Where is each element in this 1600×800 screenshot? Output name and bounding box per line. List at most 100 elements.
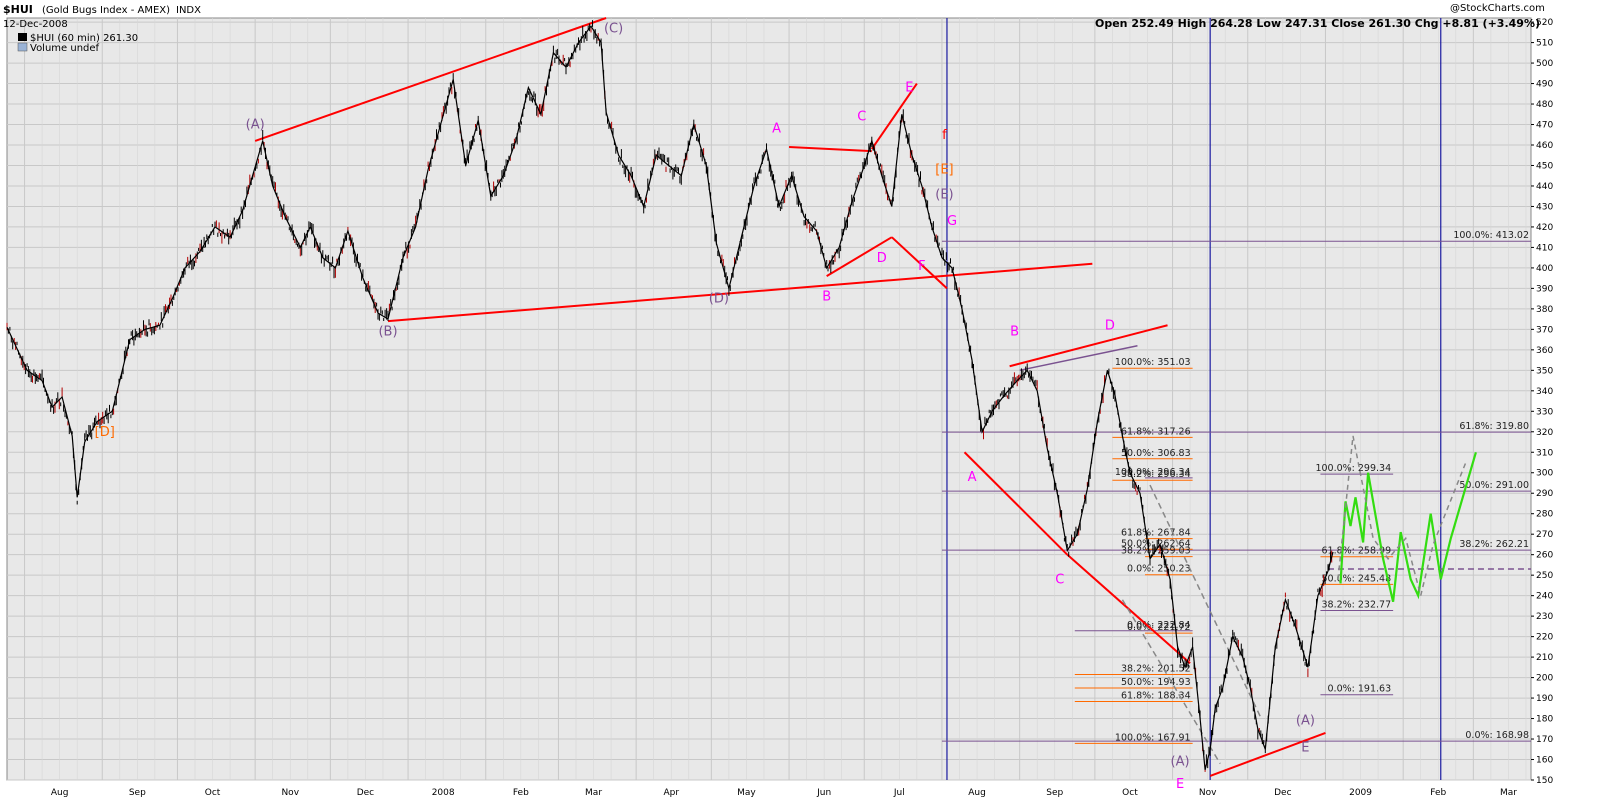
x-tick-label: Dec — [357, 788, 374, 798]
y-tick-label: 290 — [1536, 489, 1553, 499]
symbol-title: $HUI — [3, 3, 33, 16]
y-tick-label: 250 — [1536, 571, 1553, 581]
y-tick-label: 160 — [1536, 756, 1553, 766]
y-tick-label: 240 — [1536, 592, 1553, 602]
y-tick-label: 170 — [1536, 735, 1553, 745]
wave-label: B — [1010, 325, 1019, 340]
y-tick-label: 150 — [1536, 776, 1553, 786]
x-tick-label: Jun — [816, 788, 831, 798]
y-tick-label: 380 — [1536, 305, 1553, 315]
y-tick-label: 220 — [1536, 633, 1553, 643]
wave-label: E — [905, 81, 913, 96]
x-tick-label: Aug — [51, 788, 69, 798]
y-tick-label: 350 — [1536, 366, 1553, 376]
y-tick-label: 510 — [1536, 39, 1553, 49]
y-tick-label: 320 — [1536, 428, 1553, 438]
hui-price-chart: 100.0%: 413.02 61.8%: 319.80 50.0%: 291.00… — [3, 3, 1553, 798]
wave-label: E — [1176, 777, 1184, 792]
x-tick-label: Apr — [663, 788, 679, 798]
wave-label: (E) — [935, 187, 953, 202]
y-tick-label: 300 — [1536, 469, 1553, 479]
y-tick-label: 330 — [1536, 407, 1553, 417]
y-tick-label: 270 — [1536, 530, 1553, 540]
fib-level-label: 0.0%: 250.23 — [1127, 564, 1191, 575]
y-tick-label: 190 — [1536, 694, 1553, 704]
wave-label: C — [857, 109, 866, 124]
ohlc-low: Low 247.31 — [1253, 17, 1328, 30]
ohlc-chg: Chg +8.81 (+3.49%) — [1411, 17, 1540, 30]
ohlc-high: High 264.28 — [1174, 17, 1253, 30]
fib-level-label: 61.8%: 317.26 — [1121, 426, 1191, 437]
y-tick-label: 230 — [1536, 612, 1553, 622]
chart-plot-background — [6, 17, 1532, 781]
exchange-label: INDX — [176, 5, 201, 16]
y-tick-label: 360 — [1536, 346, 1553, 356]
x-tick-label: Feb — [513, 788, 529, 798]
y-tick-label: 420 — [1536, 223, 1553, 233]
x-tick-label: Jul — [893, 788, 905, 798]
y-tick-label: 440 — [1536, 182, 1553, 192]
fib-level-label: 0.0%: 191.63 — [1328, 684, 1392, 695]
fib-level-label: 38.2%: 232.77 — [1321, 599, 1391, 610]
fib-level-label: 61.8%: 267.84 — [1121, 528, 1191, 539]
x-tick-label: Aug — [968, 788, 986, 798]
series-legend-swatch — [18, 33, 27, 41]
x-tick-label: May — [737, 788, 756, 798]
wave-label: [E] — [935, 163, 953, 178]
x-tick-label: Mar — [585, 788, 602, 798]
x-tick-label: Oct — [1122, 788, 1138, 798]
y-tick-label: 400 — [1536, 264, 1553, 274]
y-tick-label: 410 — [1536, 243, 1553, 253]
x-tick-label: Mar — [1500, 788, 1517, 798]
y-tick-label: 430 — [1536, 202, 1553, 212]
fib-level-label: 50.0%: 194.93 — [1121, 677, 1191, 688]
volume-legend-swatch — [17, 42, 28, 52]
fib-level-label: 50.0%: 306.83 — [1121, 448, 1191, 459]
wave-label: A — [772, 122, 781, 137]
y-tick-label: 470 — [1536, 121, 1553, 131]
index-name: (Gold Bugs Index - AMEX) — [42, 5, 170, 16]
fib-level-label: 61.8%: 319.80 — [1459, 421, 1529, 432]
fib-level-label: 50.0%: 291.00 — [1459, 480, 1529, 491]
ohlc-close: Close 261.30 — [1327, 17, 1411, 30]
fib-level-label: 50.0%: 245.48 — [1321, 573, 1391, 584]
y-tick-label: 210 — [1536, 653, 1553, 663]
fib-level-label: 100.0%: 167.91 — [1115, 732, 1191, 743]
x-tick-label: Oct — [205, 788, 221, 798]
wave-label: (C) — [604, 21, 623, 36]
x-tick-label: Sep — [1046, 788, 1063, 798]
wave-label: (A) — [1296, 714, 1315, 729]
x-axis-ticks: Aug Sep Oct Nov Dec 2008 Feb Mar Apr May Jun Jul Aug… — [51, 788, 1517, 798]
x-tick-label: Sep — [129, 788, 146, 798]
fib-level-label: 100.0%: 296.34 — [1115, 467, 1191, 478]
y-tick-label: 310 — [1536, 448, 1553, 458]
y-tick-label: 450 — [1536, 161, 1553, 171]
wave-label: (A) — [246, 118, 265, 133]
y-tick-label: 280 — [1536, 510, 1553, 520]
fib-level-label: 38.2%: 262.21 — [1459, 539, 1529, 550]
x-tick-label: Nov — [1199, 788, 1217, 798]
fib-level-label: 0.0%: 221.72 — [1127, 622, 1191, 633]
y-tick-label: 500 — [1536, 59, 1553, 69]
x-tick-label: 2008 — [432, 788, 455, 798]
wave-label: (A) — [1171, 755, 1190, 770]
chart-date: 12-Dec-2008 — [3, 19, 68, 30]
wave-label: A — [968, 470, 977, 485]
wave-label: D — [877, 251, 887, 266]
fib-level-label: 38.2%: 201.52 — [1121, 663, 1191, 674]
y-tick-label: 480 — [1536, 100, 1553, 110]
y-axis-ticks: 150 160 170 180 190 200 210 220 230 240 250 260 270 2… — [1531, 18, 1553, 786]
y-tick-label: 460 — [1536, 141, 1553, 151]
y-tick-label: 260 — [1536, 551, 1553, 561]
wave-label: [D] — [95, 425, 115, 440]
ohlc-open: Open 252.49 — [1095, 17, 1174, 30]
y-tick-label: 180 — [1536, 715, 1553, 725]
wave-label: (D) — [709, 292, 729, 307]
y-tick-label: 490 — [1536, 80, 1553, 90]
x-tick-label: Nov — [281, 788, 299, 798]
fib-level-label: 0.0%: 168.98 — [1465, 730, 1529, 741]
wave-label: C — [1055, 572, 1064, 587]
wave-label: G — [947, 214, 957, 229]
wave-label: E — [1301, 740, 1309, 755]
x-tick-label: Feb — [1430, 788, 1446, 798]
